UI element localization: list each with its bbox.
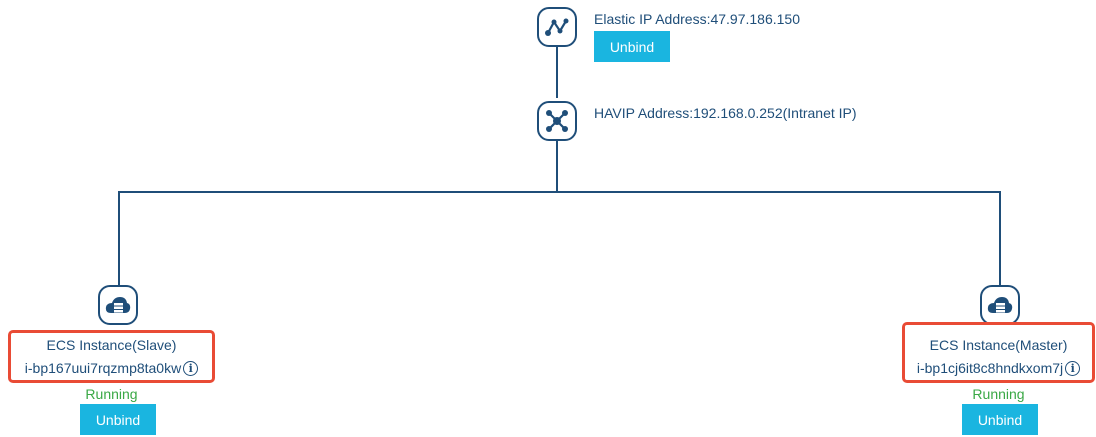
eip-unbind-button[interactable]: Unbind xyxy=(594,31,670,62)
slave-instance-role: ECS Instance(Slave) xyxy=(46,337,177,353)
network-hub-icon xyxy=(537,101,577,141)
eip-address-label: Elastic IP Address:47.97.186.150 xyxy=(594,11,800,27)
cloud-server-icon xyxy=(98,285,138,325)
slave-instance-id[interactable]: i-bp167uui7rqzmp8ta0kw xyxy=(25,360,181,376)
master-instance-status: Running xyxy=(972,386,1025,402)
master-unbind-button[interactable]: Unbind xyxy=(962,404,1038,435)
info-icon[interactable]: i xyxy=(1065,360,1081,376)
master-instance-role: ECS Instance(Master) xyxy=(929,337,1068,353)
master-instance-id-row: i-bp1cj6it8c8hndkxom7j i xyxy=(904,360,1093,376)
cloud-server-icon xyxy=(980,285,1020,325)
slave-unbind-button[interactable]: Unbind xyxy=(80,404,156,435)
eip-route-icon xyxy=(537,7,577,47)
slave-instance-id-row: i-bp167uui7rqzmp8ta0kw i xyxy=(10,360,213,376)
master-drop-connector xyxy=(999,191,1001,285)
slave-drop-connector xyxy=(118,191,120,285)
havip-address-label: HAVIP Address:192.168.0.252(Intranet IP) xyxy=(594,105,857,121)
info-icon[interactable]: i xyxy=(183,360,199,376)
master-instance-id[interactable]: i-bp1cj6it8c8hndkxom7j xyxy=(917,360,1063,376)
havip-trunk-connector xyxy=(556,140,558,192)
slave-instance-status: Running xyxy=(85,386,138,402)
horizontal-bus-connector xyxy=(118,191,1001,193)
eip-havip-connector xyxy=(556,46,558,98)
